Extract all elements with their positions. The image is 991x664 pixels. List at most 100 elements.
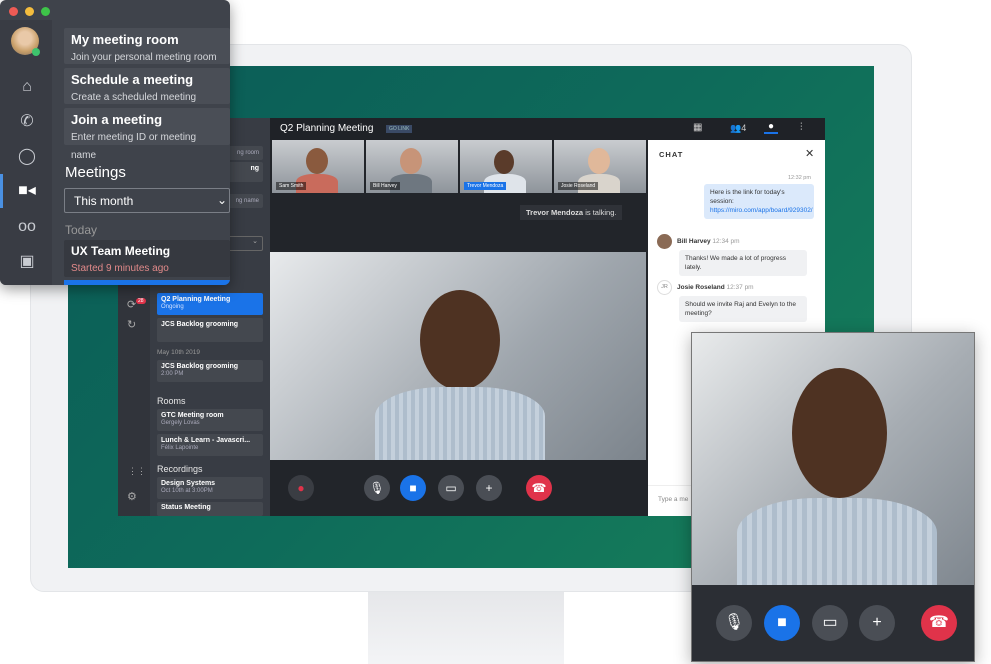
room-item[interactable]: Lunch & Learn - Javascri... Félix Lapoint…	[157, 434, 263, 456]
schedule-meeting-button[interactable]: Schedule a meeting Create a scheduled mee…	[64, 68, 230, 104]
close-chat-icon[interactable]: ✕	[805, 147, 814, 160]
room-item[interactable]: GTC Meeting room Gergely Lovas	[157, 409, 263, 431]
participant-name: Josie Roseland	[558, 182, 599, 190]
recording-item[interactable]: Status Meeting	[157, 502, 263, 516]
room-title: GTC Meeting room	[161, 412, 224, 419]
voicemail-icon[interactable]: oo	[16, 216, 38, 238]
main-video	[270, 252, 646, 460]
go-link-badge[interactable]: GO LINK	[386, 125, 413, 133]
meeting-title: Q2 Planning Meeting	[280, 123, 374, 134]
hang-up-button[interactable]: ☎	[526, 475, 552, 501]
meeting-item[interactable]: JCS Backlog grooming 2:00 PM	[157, 360, 263, 382]
item-subtitle: Create a scheduled meeting	[71, 92, 197, 103]
meeting-status: Ongoing	[161, 304, 184, 310]
meeting-title: UX Team Meeting	[71, 244, 171, 258]
minimize-window-button[interactable]	[25, 7, 34, 16]
chat-toggle-icon[interactable]: ●	[764, 121, 779, 134]
video-button[interactable]: ■	[400, 475, 426, 501]
speaker-name: Trevor Mendoza	[526, 208, 584, 217]
chat-message-own: Here is the link for today's session: ht…	[704, 184, 814, 220]
meeting-status: Started 9 minutes ago	[71, 263, 169, 274]
participants-button[interactable]: 👥4	[730, 123, 746, 134]
close-window-button[interactable]	[9, 7, 18, 16]
participant-tile[interactable]: Bill Harvey	[366, 140, 458, 193]
recording-item[interactable]: Design Systems Oct 10th at 3:00PM	[157, 477, 263, 499]
chat-title: CHAT	[659, 150, 684, 159]
participant-count: 4	[741, 123, 747, 133]
recordings-heading: Recordings	[157, 464, 203, 474]
today-label: Today	[65, 223, 98, 237]
pip-share-screen-button[interactable]: ▭	[812, 605, 848, 641]
participant-name: Sam Smith	[276, 182, 307, 190]
home-icon[interactable]: ⌂	[16, 76, 38, 98]
my-meeting-room-button[interactable]: My meeting room Join your personal meetin…	[64, 28, 230, 64]
add-participant-button[interactable]: +	[476, 475, 502, 501]
author-name: Bill Harvey	[677, 238, 711, 245]
maximize-window-button[interactable]	[41, 7, 50, 16]
next-meeting-item[interactable]	[64, 280, 230, 285]
message-time: 12:37 pm	[726, 284, 754, 291]
nav-rail: ⌂ ✆ ◯ ■◂ oo ▣	[0, 20, 52, 285]
talking-text: is talking.	[583, 208, 617, 217]
pip-mute-button[interactable]: 🎙	[716, 605, 752, 641]
record-button[interactable]: ●	[288, 475, 314, 501]
meeting-title: JCS Backlog grooming	[161, 321, 239, 328]
author-name: Josie Roseland	[677, 284, 725, 291]
meetings-heading: Meetings	[65, 164, 126, 181]
item-title: Join a meeting	[71, 112, 163, 127]
avatar	[657, 234, 672, 249]
pip-add-participant-button[interactable]: +	[859, 605, 895, 641]
add-user-icon: +	[485, 481, 493, 495]
participant-name: Trevor Mendoza	[464, 182, 507, 190]
settings-icon[interactable]: ⚙	[127, 490, 137, 503]
add-user-icon: +	[872, 614, 882, 631]
room-owner: Gergely Lovas	[161, 420, 200, 426]
mute-button[interactable]: 🎙	[364, 475, 390, 501]
participant-tile[interactable]: Sam Smith	[272, 140, 364, 193]
recording-date: Oct 10th at 3:00PM	[161, 488, 213, 494]
chat-icon[interactable]: ◯	[16, 146, 38, 168]
message-text: Here is the link for today's session:	[710, 189, 785, 206]
item-title: My meeting room	[71, 32, 179, 47]
share-screen-button[interactable]: ▭	[438, 475, 464, 501]
message-time: 12:32 pm	[788, 175, 811, 181]
meeting-time: 2:00 PM	[161, 371, 184, 377]
active-indicator	[0, 174, 3, 208]
meeting-header: Q2 Planning Meeting GO LINK ▦ 👥4 ● ⫶	[270, 118, 825, 140]
apps-grid-icon[interactable]: ⋮⋮	[128, 466, 146, 477]
room-title: Lunch & Learn - Javascri...	[161, 437, 251, 444]
meetings-filter-dropdown[interactable]: This month ⌄	[64, 188, 230, 213]
pip-video-button[interactable]: ■	[764, 605, 800, 641]
pip-video	[692, 333, 974, 585]
meeting-title: JCS Backlog grooming	[161, 363, 239, 370]
camera-icon: ■	[777, 614, 787, 631]
history-icon[interactable]: ⟳	[127, 298, 136, 311]
room-owner: Félix Lapointe	[161, 445, 199, 451]
chat-message: Thanks! We made a lot of progress lately…	[679, 250, 807, 277]
date-label: May 10th 2019	[157, 349, 201, 356]
recording-title: Status Meeting	[161, 504, 211, 511]
grid-view-icon[interactable]: ▦	[693, 122, 702, 133]
participant-tile-speaking[interactable]: Trevor Mendoza	[460, 140, 552, 193]
meeting-item-active[interactable]: Q2 Planning Meeting Ongoing	[157, 293, 263, 315]
pip-hang-up-button[interactable]: ☎	[921, 605, 957, 641]
settings-sliders-icon[interactable]: ⫶	[800, 122, 803, 133]
participant-tile[interactable]: Josie Roseland	[554, 140, 646, 193]
phone-icon[interactable]: ✆	[16, 111, 38, 133]
chevron-down-icon: ⌄	[216, 193, 227, 207]
meeting-main: Q2 Planning Meeting GO LINK ▦ 👥4 ● ⫶ Sam…	[270, 118, 825, 516]
join-meeting-button[interactable]: Join a meeting Enter meeting ID or meetin…	[64, 108, 230, 161]
mic-off-icon: 🎙	[723, 614, 745, 631]
meeting-item[interactable]: JCS Backlog grooming	[157, 318, 263, 342]
message-link[interactable]: https://miro.com/app/board/929302/	[710, 207, 813, 214]
contacts-icon[interactable]: ▣	[16, 251, 38, 273]
recording-title: Design Systems	[161, 480, 216, 487]
monitor-stand	[368, 592, 564, 664]
video-icon[interactable]: ■◂	[16, 180, 38, 202]
refresh-icon[interactable]: ↻	[127, 318, 136, 331]
item-title: Schedule a meeting	[71, 72, 194, 87]
filter-value: This month	[74, 194, 134, 208]
item-subtitle: Join your personal meeting room	[71, 52, 217, 63]
talking-indicator: Trevor Mendoza is talking.	[520, 205, 623, 220]
meeting-item-ux-team[interactable]: UX Team Meeting Started 9 minutes ago	[64, 240, 230, 277]
